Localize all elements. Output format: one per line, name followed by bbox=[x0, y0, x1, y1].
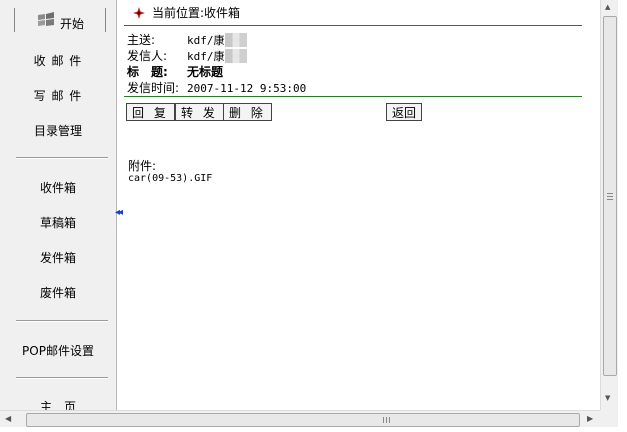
sidebar-divider bbox=[16, 157, 108, 159]
forward-button[interactable]: 转 发 bbox=[175, 103, 224, 121]
to-label: 主送: bbox=[127, 33, 156, 47]
sidebar-item-folder-management[interactable]: 目录管理 bbox=[0, 122, 116, 139]
windows-logo-icon bbox=[37, 12, 54, 26]
sidebar-item-trash[interactable]: 废件箱 bbox=[0, 284, 116, 301]
subject-value: 无标题 bbox=[187, 65, 224, 79]
sidebar-item-sent[interactable]: 发件箱 bbox=[0, 249, 116, 266]
attachment-label: 附件: bbox=[128, 159, 157, 173]
grip-line bbox=[386, 417, 387, 423]
sidebar-item-compose-mail[interactable]: 写 邮 件 bbox=[0, 87, 116, 104]
from-row: 发信人: kdf/康 bbox=[127, 47, 247, 64]
back-button[interactable]: 返回 bbox=[386, 103, 423, 121]
bottom-strip bbox=[0, 427, 627, 432]
from-value: kdf/康 bbox=[187, 50, 225, 63]
scrollbar-corner bbox=[600, 410, 618, 427]
sidebar-item-receive-mail[interactable]: 收 邮 件 bbox=[0, 52, 116, 69]
scroll-left-icon[interactable]: ◀ bbox=[5, 414, 11, 423]
grip-line bbox=[607, 193, 613, 194]
horizontal-scrollbar[interactable]: ◀ ▶ bbox=[0, 410, 600, 428]
horizontal-scroll-thumb[interactable] bbox=[26, 413, 580, 427]
sidebar-divider bbox=[16, 320, 108, 322]
grip-line bbox=[383, 417, 384, 423]
from-label: 发信人: bbox=[127, 49, 168, 63]
sidebar-divider bbox=[16, 377, 108, 379]
to-row: 主送: kdf/康 bbox=[127, 31, 247, 48]
redacted-name bbox=[224, 33, 247, 47]
subject-row: 标 题: 无标题 bbox=[127, 63, 223, 80]
breadcrumb: 当前位置:收件箱 bbox=[132, 4, 240, 21]
start-label: 开始 bbox=[59, 16, 84, 31]
location-pin-icon bbox=[133, 6, 145, 19]
grip-line bbox=[389, 417, 390, 423]
attachment-link[interactable]: car(09-53).GIF bbox=[128, 173, 212, 184]
scroll-up-icon[interactable]: ▲ bbox=[605, 3, 610, 11]
header-rule-bottom bbox=[124, 96, 582, 97]
sidebar-item-inbox[interactable]: 收件箱 bbox=[0, 179, 116, 196]
grip-line bbox=[607, 196, 613, 197]
sidebar: 开始 收 邮 件 写 邮 件 目录管理 收件箱 草稿箱 发件箱 废件箱 POP邮… bbox=[0, 0, 117, 414]
reply-button[interactable]: 回 复 bbox=[126, 103, 175, 121]
subject-label: 标 题: bbox=[127, 65, 168, 79]
vertical-scrollbar[interactable]: ▲ ▼ bbox=[600, 0, 618, 410]
message-view: 当前位置:收件箱 主送: kdf/康 发信人: kdf/康 标 题: 无标题 发信时间… bbox=[124, 0, 589, 410]
scroll-right-icon[interactable]: ▶ bbox=[587, 414, 593, 423]
delete-button[interactable]: 删 除 bbox=[223, 103, 272, 121]
header-rule bbox=[124, 25, 582, 26]
collapse-sidebar-icon[interactable]: ◂◂ bbox=[115, 207, 123, 218]
sidebar-item-pop-settings[interactable]: POP邮件设置 bbox=[0, 342, 116, 359]
grip-line bbox=[607, 199, 613, 200]
redacted-name bbox=[224, 49, 247, 63]
time-value: 2007-11-12 9:53:00 bbox=[187, 82, 307, 95]
time-row: 发信时间: 2007-11-12 9:53:00 bbox=[127, 79, 306, 96]
sidebar-item-drafts[interactable]: 草稿箱 bbox=[0, 214, 116, 231]
scroll-down-icon[interactable]: ▼ bbox=[605, 394, 610, 402]
vertical-scroll-thumb[interactable] bbox=[603, 16, 617, 376]
start-button[interactable]: 开始 bbox=[14, 8, 106, 32]
to-value: kdf/康 bbox=[187, 34, 225, 47]
breadcrumb-text: 当前位置:收件箱 bbox=[152, 6, 241, 20]
time-label: 发信时间: bbox=[127, 81, 180, 95]
